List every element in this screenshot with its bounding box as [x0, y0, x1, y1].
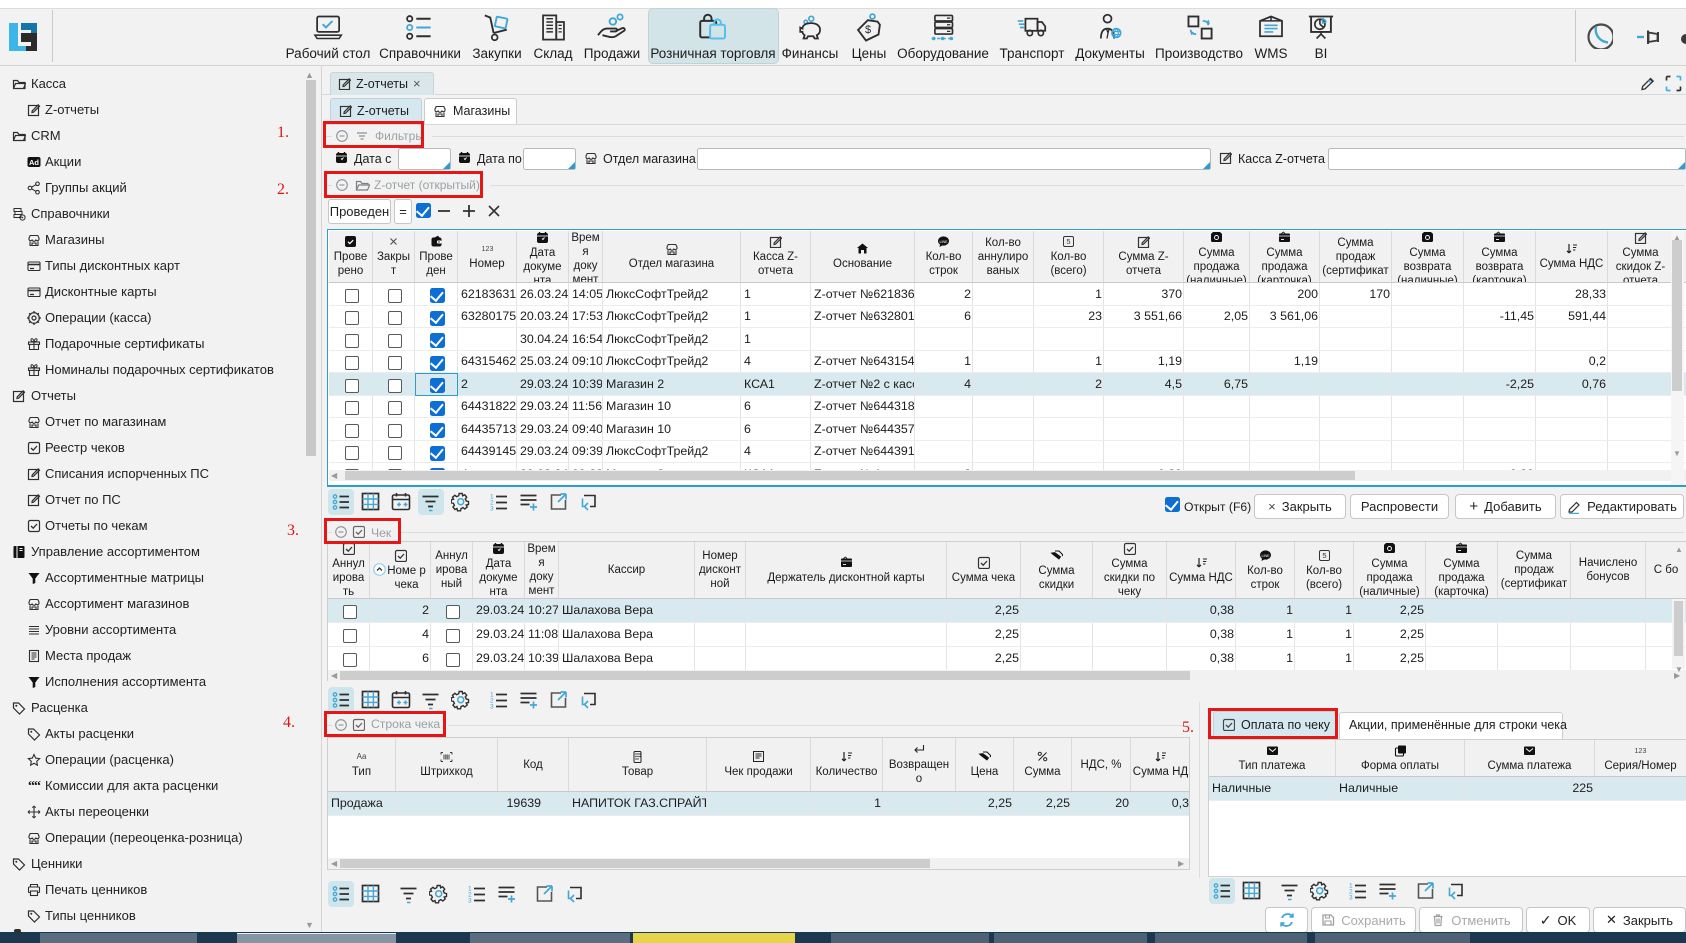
svg-text:3: 3 [468, 898, 472, 905]
svg-text:LINE: LINE [940, 240, 949, 244]
svg-text:5: 5 [1322, 551, 1326, 560]
svg-text:3: 3 [490, 506, 494, 513]
svg-text:Аа: Аа [357, 752, 367, 761]
svg-text:3: 3 [490, 704, 494, 711]
svg-text:123: 123 [1635, 748, 1647, 755]
svg-text:“: “ [34, 779, 41, 793]
svg-text:LINE: LINE [1261, 553, 1270, 557]
svg-text:$: $ [865, 24, 871, 36]
svg-text:Ad: Ad [29, 158, 39, 167]
svg-text:5: 5 [1066, 237, 1070, 246]
svg-text:123: 123 [481, 246, 493, 253]
svg-text:3: 3 [1349, 895, 1353, 902]
